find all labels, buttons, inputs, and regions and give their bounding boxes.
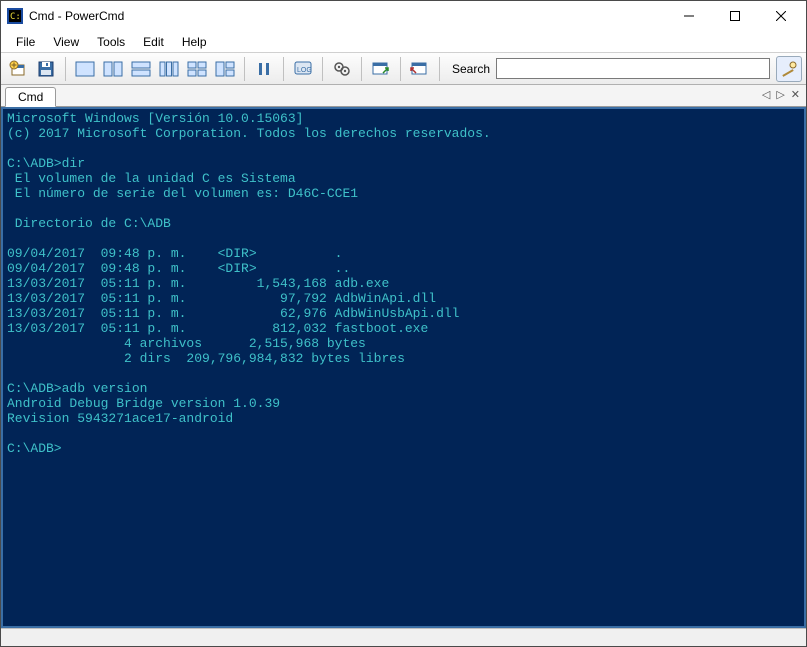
maximize-button[interactable] xyxy=(712,1,758,31)
svg-text:C:: C: xyxy=(10,12,21,22)
minimize-button[interactable] xyxy=(666,1,712,31)
layout-hsplit-button[interactable] xyxy=(128,56,154,82)
search-label: Search xyxy=(452,62,490,76)
layout-single-button[interactable] xyxy=(72,56,98,82)
title-bar: C: Cmd - PowerCmd xyxy=(1,1,806,31)
pause-button[interactable] xyxy=(251,56,277,82)
toolbar: LOG Search xyxy=(1,53,806,85)
save-button[interactable] xyxy=(33,56,59,82)
close-button[interactable] xyxy=(758,1,804,31)
log-button[interactable]: LOG xyxy=(290,56,316,82)
external-button[interactable] xyxy=(407,56,433,82)
tab-cmd-label: Cmd xyxy=(18,90,43,104)
tab-prev-icon[interactable]: ◁ xyxy=(762,88,770,101)
layout-2x2-button[interactable] xyxy=(184,56,210,82)
layout-3col-button[interactable] xyxy=(156,56,182,82)
tab-strip: Cmd ◁ ▷ ✕ xyxy=(1,85,806,107)
search-go-button[interactable] xyxy=(776,56,802,82)
terminal-container: Microsoft Windows [Versión 10.0.15063] (… xyxy=(1,107,806,628)
menu-bar: File View Tools Edit Help xyxy=(1,31,806,53)
search-input[interactable] xyxy=(496,58,770,79)
app-icon: C: xyxy=(7,8,23,24)
menu-file[interactable]: File xyxy=(7,33,44,51)
tab-next-icon[interactable]: ▷ xyxy=(776,88,784,101)
tab-cmd[interactable]: Cmd xyxy=(5,87,56,107)
menu-tools[interactable]: Tools xyxy=(88,33,134,51)
layout-vsplit-button[interactable] xyxy=(100,56,126,82)
window-button[interactable] xyxy=(368,56,394,82)
svg-text:LOG: LOG xyxy=(297,67,312,74)
layout-mix-button[interactable] xyxy=(212,56,238,82)
menu-edit[interactable]: Edit xyxy=(134,33,173,51)
settings-button[interactable] xyxy=(329,56,355,82)
window-title: Cmd - PowerCmd xyxy=(29,9,124,23)
tab-close-icon[interactable]: ✕ xyxy=(791,88,800,101)
menu-view[interactable]: View xyxy=(44,33,88,51)
menu-help[interactable]: Help xyxy=(173,33,216,51)
new-tab-button[interactable] xyxy=(5,56,31,82)
terminal-output[interactable]: Microsoft Windows [Versión 10.0.15063] (… xyxy=(3,109,804,626)
status-bar xyxy=(1,628,806,646)
